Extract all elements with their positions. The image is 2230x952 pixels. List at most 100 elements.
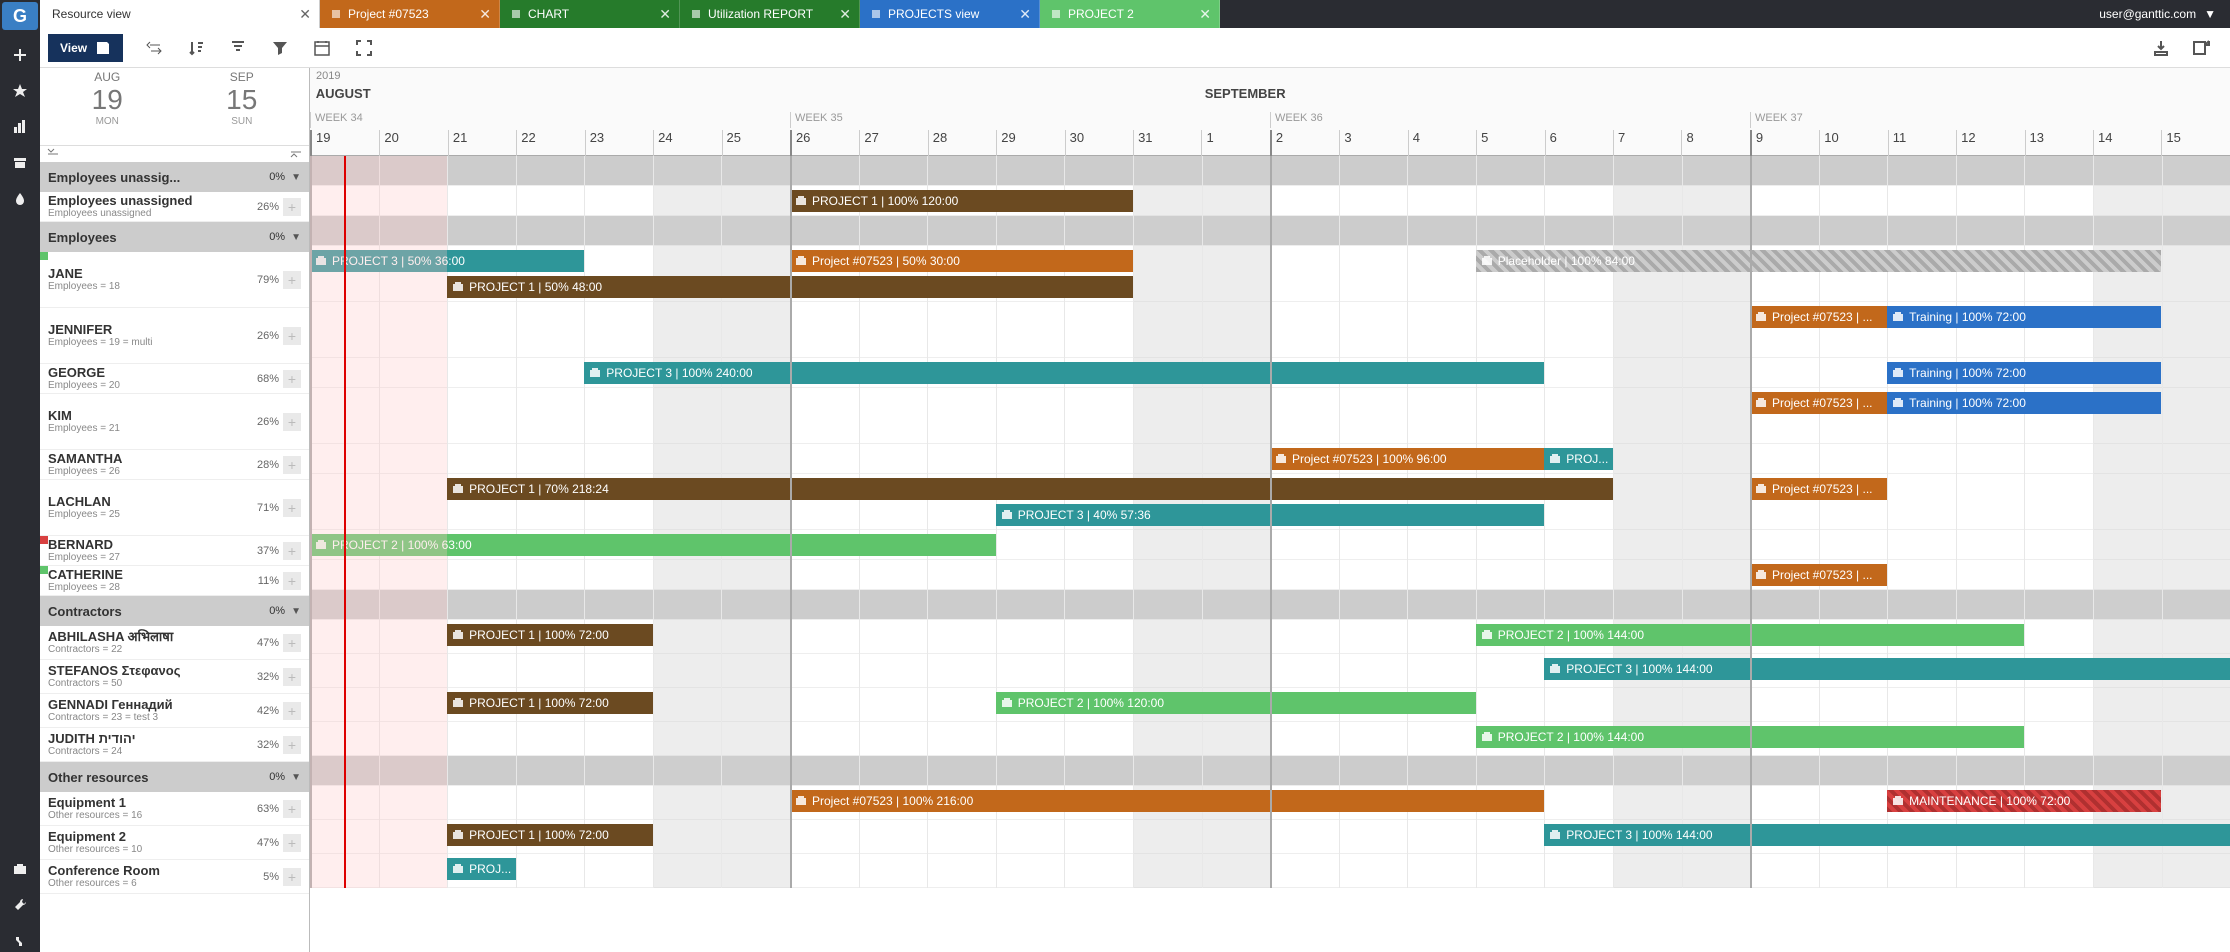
resource-row[interactable]: JUDITH יהודיתContractors = 2432%+ bbox=[40, 728, 309, 762]
group-header[interactable]: Other resources0%▼ bbox=[40, 762, 309, 792]
tab-2[interactable]: CHART✕ bbox=[500, 0, 680, 28]
archive-icon[interactable] bbox=[9, 152, 31, 174]
add-task-icon[interactable]: + bbox=[283, 327, 301, 345]
tab-5[interactable]: PROJECT 2✕ bbox=[1040, 0, 1220, 28]
resource-row[interactable]: KIMEmployees = 2126%+ bbox=[40, 394, 309, 450]
task-bar[interactable]: PROJECT 1 | 100% 120:00 bbox=[790, 190, 1133, 212]
resource-row[interactable]: JANEEmployees = 1879%+ bbox=[40, 252, 309, 308]
resource-row[interactable]: ABHILASHA अभिलाषाContractors = 2247%+ bbox=[40, 626, 309, 660]
resource-row[interactable]: Equipment 2Other resources = 1047%+ bbox=[40, 826, 309, 860]
add-task-icon[interactable]: + bbox=[283, 542, 301, 560]
timeline-row[interactable]: Project #07523 | ...Training | 100% 72:0… bbox=[310, 388, 2230, 444]
chevron-down-icon[interactable]: ▼ bbox=[291, 606, 301, 617]
task-bar[interactable]: Training | 100% 72:00 bbox=[1887, 362, 2161, 384]
resource-row[interactable]: STEFANOS ΣτεφανοςContractors = 5032%+ bbox=[40, 660, 309, 694]
resource-row[interactable]: SAMANTHAEmployees = 2628%+ bbox=[40, 450, 309, 480]
timeline-row[interactable]: PROJECT 1 | 100% 72:00 PROJECT 2 | 100% 1… bbox=[310, 620, 2230, 654]
add-icon[interactable] bbox=[9, 44, 31, 66]
task-bar[interactable]: Training | 100% 72:00 bbox=[1887, 392, 2161, 414]
collapse-all-icon[interactable] bbox=[289, 148, 303, 158]
add-task-icon[interactable]: + bbox=[283, 456, 301, 474]
timeline-row[interactable]: PROJECT 2 | 100% 63:00 bbox=[310, 530, 2230, 560]
task-bar[interactable]: Project #07523 | 100% 216:00 bbox=[790, 790, 1544, 812]
group-header[interactable]: Employees0%▼ bbox=[40, 222, 309, 252]
add-task-icon[interactable]: + bbox=[283, 413, 301, 431]
resource-row[interactable]: Employees unassignedEmployees unassigned… bbox=[40, 192, 309, 222]
task-bar[interactable]: Placeholder | 100% 84:00 bbox=[1476, 250, 2162, 272]
resource-row[interactable]: GENNADI ГеннадийContractors = 23 = test … bbox=[40, 694, 309, 728]
star-icon[interactable] bbox=[9, 80, 31, 102]
task-bar[interactable]: PROJECT 2 | 100% 144:00 bbox=[1476, 726, 2025, 748]
group-header[interactable]: Contractors0%▼ bbox=[40, 596, 309, 626]
task-bar[interactable]: PROJECT 3 | 100% 144:00 bbox=[1544, 658, 2230, 680]
add-task-icon[interactable]: + bbox=[283, 370, 301, 388]
close-icon[interactable]: ✕ bbox=[1199, 6, 1211, 23]
chart-icon[interactable] bbox=[9, 116, 31, 138]
task-bar[interactable]: PROJECT 1 | 100% 72:00 bbox=[447, 692, 653, 714]
timeline-row[interactable]: PROJECT 1 | 100% 120:00 bbox=[310, 186, 2230, 216]
timeline-row[interactable]: PROJECT 3 | 100% 144:00 bbox=[310, 654, 2230, 688]
chevron-down-icon[interactable]: ▼ bbox=[291, 172, 301, 183]
drop-icon[interactable] bbox=[9, 188, 31, 210]
close-icon[interactable]: ✕ bbox=[839, 6, 851, 23]
task-bar[interactable]: Project #07523 | ... bbox=[1750, 392, 1887, 414]
close-icon[interactable]: ✕ bbox=[659, 6, 671, 23]
tab-0[interactable]: Resource view✕ bbox=[40, 0, 320, 28]
timeline-row[interactable]: Project #07523 | 100% 96:00PROJ... bbox=[310, 444, 2230, 474]
task-bar[interactable]: PROJECT 2 | 100% 120:00 bbox=[996, 692, 1476, 714]
add-task-icon[interactable]: + bbox=[283, 634, 301, 652]
timeline-row[interactable]: PROJECT 3 | 50% 36:00Project #07523 | 50… bbox=[310, 246, 2230, 302]
expand-all-icon[interactable] bbox=[46, 148, 60, 158]
user-menu[interactable]: user@ganttic.com▼ bbox=[1220, 0, 2230, 28]
timeline-row[interactable]: PROJ... bbox=[310, 854, 2230, 888]
collapse-icon[interactable] bbox=[143, 37, 165, 59]
task-bar[interactable]: PROJ... bbox=[447, 858, 516, 880]
task-bar[interactable]: PROJECT 3 | 40% 57:36 bbox=[996, 504, 1545, 526]
task-bar[interactable]: Project #07523 | ... bbox=[1750, 564, 1887, 586]
add-task-icon[interactable]: + bbox=[283, 499, 301, 517]
timeline-row[interactable]: Project #07523 | 100% 216:00MAINTENANCE … bbox=[310, 786, 2230, 820]
add-task-icon[interactable]: + bbox=[283, 198, 301, 216]
timeline-row[interactable]: Project #07523 | ... bbox=[310, 560, 2230, 590]
resource-row[interactable]: Conference RoomOther resources = 65%+ bbox=[40, 860, 309, 894]
tab-3[interactable]: Utilization REPORT✕ bbox=[680, 0, 860, 28]
add-task-icon[interactable]: + bbox=[283, 868, 301, 886]
add-task-icon[interactable]: + bbox=[283, 834, 301, 852]
chevron-down-icon[interactable]: ▼ bbox=[291, 772, 301, 783]
task-bar[interactable]: Project #07523 | ... bbox=[1750, 306, 1887, 328]
group-icon[interactable] bbox=[227, 37, 249, 59]
timeline-row[interactable]: PROJECT 3 | 100% 240:00 Training | 100% 7… bbox=[310, 358, 2230, 388]
task-bar[interactable]: PROJECT 2 | 100% 63:00 bbox=[310, 534, 996, 556]
briefcase-icon[interactable] bbox=[9, 858, 31, 880]
tab-4[interactable]: PROJECTS view✕ bbox=[860, 0, 1040, 28]
task-bar[interactable]: Training | 100% 72:00 bbox=[1887, 306, 2161, 328]
resource-row[interactable]: LACHLANEmployees = 2571%+ bbox=[40, 480, 309, 536]
close-icon[interactable]: ✕ bbox=[479, 6, 491, 23]
group-header[interactable]: Employees unassig...0%▼ bbox=[40, 162, 309, 192]
resource-row[interactable]: GEORGEEmployees = 2068%+ bbox=[40, 364, 309, 394]
task-bar[interactable]: PROJECT 2 | 100% 144:00 bbox=[1476, 624, 2025, 646]
chevron-down-icon[interactable]: ▼ bbox=[291, 232, 301, 243]
tab-1[interactable]: Project #07523✕ bbox=[320, 0, 500, 28]
task-bar[interactable]: Project #07523 | 100% 96:00 bbox=[1270, 448, 1544, 470]
add-task-icon[interactable]: + bbox=[283, 572, 301, 590]
app-logo[interactable]: G bbox=[2, 2, 38, 30]
task-bar[interactable]: PROJECT 3 | 100% 144:00 bbox=[1544, 824, 2230, 846]
timeline-row[interactable]: Project #07523 | ...Training | 100% 72:0… bbox=[310, 302, 2230, 358]
resource-row[interactable]: Equipment 1Other resources = 1663%+ bbox=[40, 792, 309, 826]
view-button[interactable]: View bbox=[48, 34, 123, 62]
calendar-icon[interactable] bbox=[311, 37, 333, 59]
task-bar[interactable]: PROJECT 1 | 100% 72:00 bbox=[447, 624, 653, 646]
task-bar[interactable]: PROJECT 3 | 100% 240:00 bbox=[584, 362, 1544, 384]
task-bar[interactable]: PROJECT 3 | 50% 36:00 bbox=[310, 250, 584, 272]
task-bar[interactable]: PROJECT 1 | 100% 72:00 bbox=[447, 824, 653, 846]
resource-row[interactable]: CATHERINEEmployees = 2811%+ bbox=[40, 566, 309, 596]
timeline-row[interactable]: PROJECT 2 | 100% 144:00 bbox=[310, 722, 2230, 756]
filter-icon[interactable] bbox=[269, 37, 291, 59]
task-bar[interactable]: PROJECT 1 | 70% 218:24 bbox=[447, 478, 1613, 500]
timeline-row[interactable]: PROJECT 1 | 70% 218:24Project #07523 | .… bbox=[310, 474, 2230, 530]
wrench-icon[interactable] bbox=[9, 894, 31, 916]
add-task-icon[interactable]: + bbox=[283, 736, 301, 754]
timeline-grid[interactable]: PROJECT 1 | 100% 120:00 PROJECT 3 | 50% 3… bbox=[310, 156, 2230, 888]
task-bar[interactable]: PROJECT 1 | 50% 48:00 bbox=[447, 276, 1133, 298]
